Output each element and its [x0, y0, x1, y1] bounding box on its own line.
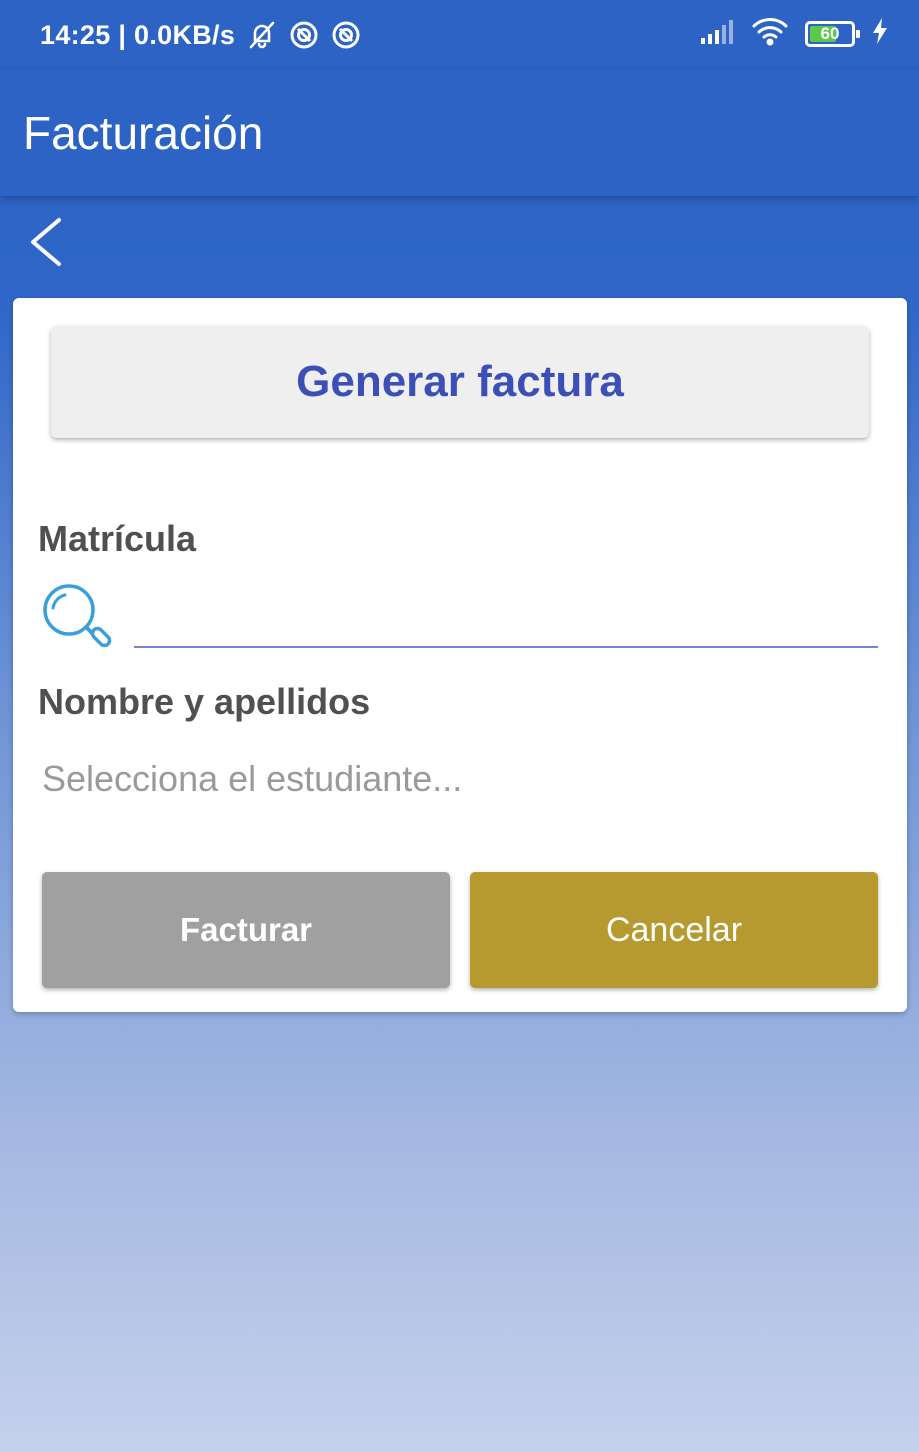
status-right: 60 — [699, 16, 889, 51]
back-button[interactable] — [20, 212, 70, 272]
battery-level: 60 — [820, 23, 840, 43]
bell-off-icon — [247, 20, 277, 50]
cancel-button[interactable]: Cancelar — [470, 872, 878, 988]
signal-icon — [699, 16, 735, 51]
wifi-icon — [751, 16, 789, 51]
matricula-label: Matrícula — [38, 518, 197, 559]
nombre-label: Nombre y apellidos — [38, 681, 371, 722]
status-bar: 14:25 | 0.0KB/s 60 — [0, 0, 919, 70]
app-bar: Facturación — [0, 70, 919, 196]
status-left: 14:25 | 0.0KB/s — [40, 20, 361, 51]
battery-icon: 60 — [805, 20, 860, 47]
student-select[interactable]: Selecciona el estudiante... — [42, 758, 878, 808]
matricula-input[interactable] — [134, 594, 878, 648]
sync-icon — [331, 20, 361, 50]
generate-invoice-button[interactable]: Generar factura — [51, 326, 869, 438]
charging-icon — [871, 17, 889, 50]
status-time-speed: 14:25 | 0.0KB/s — [40, 19, 236, 50]
search-icon[interactable] — [39, 580, 115, 656]
invoice-card: Generar factura Matrícula Nombre y apell… — [13, 298, 907, 1012]
page-title: Facturación — [23, 107, 264, 159]
sync-icon — [289, 20, 319, 50]
chevron-left-icon — [31, 218, 61, 266]
facturar-button[interactable]: Facturar — [42, 872, 450, 988]
